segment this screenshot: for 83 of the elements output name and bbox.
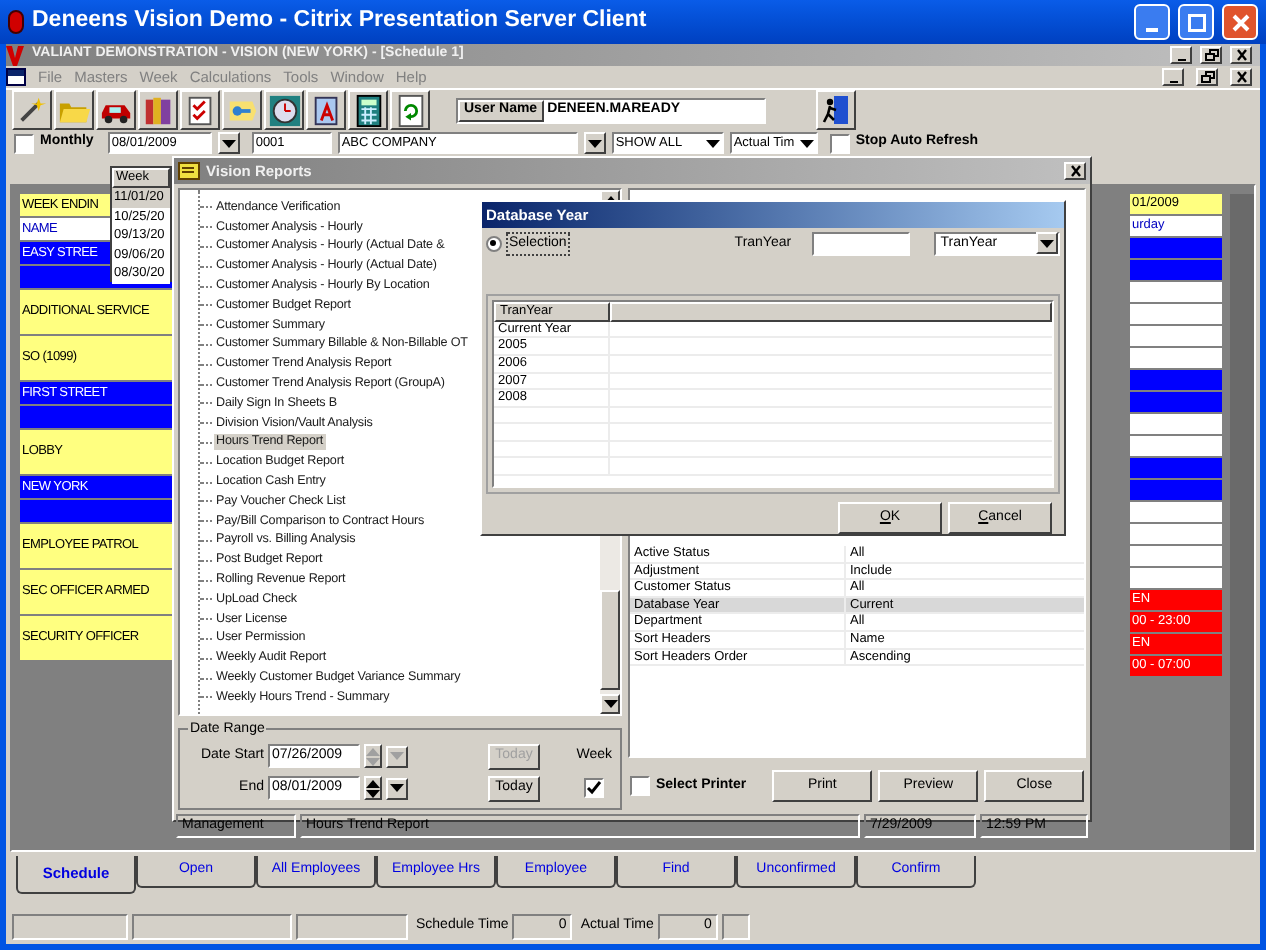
- caret-icon: [799, 139, 814, 147]
- status-panel: [296, 914, 408, 940]
- schedule-cell: [1130, 238, 1222, 258]
- toolbar-button[interactable]: [54, 90, 94, 130]
- restore-button[interactable]: [1200, 46, 1222, 64]
- spin-arrows-icon: [366, 747, 380, 765]
- exit-button[interactable]: [816, 90, 856, 130]
- customer-button[interactable]: [583, 132, 606, 154]
- clock-icon: [267, 93, 301, 127]
- select-printer-checkbox[interactable]: [630, 776, 650, 796]
- caret-icon: [221, 139, 236, 147]
- maximize-button[interactable]: [1178, 4, 1214, 40]
- app-icon: [8, 10, 24, 34]
- schedule-cell: [1130, 480, 1222, 500]
- close-icon: [1067, 164, 1083, 178]
- caret-icon: [390, 752, 404, 760]
- spin-arrows-icon: [366, 779, 380, 797]
- restore-button[interactable]: [1196, 68, 1218, 86]
- calendar-button[interactable]: [217, 132, 240, 154]
- schedule-cell: [1130, 282, 1222, 302]
- calculator-icon: [351, 93, 385, 127]
- status-panel: [721, 914, 750, 940]
- schedule-cell: [1130, 304, 1222, 324]
- week-checkbox[interactable]: [584, 778, 604, 798]
- close-button[interactable]: [1230, 68, 1252, 86]
- monthly-checkbox[interactable]: [14, 133, 34, 153]
- report-icon: [178, 162, 200, 180]
- caret-icon: [1040, 239, 1054, 248]
- minimize-button[interactable]: [1162, 68, 1184, 86]
- toolbar-button[interactable]: [12, 90, 52, 130]
- toolbar-button[interactable]: [222, 90, 262, 130]
- caret-icon: [390, 784, 404, 792]
- toolbar-button[interactable]: [348, 90, 388, 130]
- spinner[interactable]: [364, 776, 382, 800]
- schedule-cell: [1130, 568, 1222, 588]
- caret-icon: [603, 700, 617, 708]
- v-logo-icon: [6, 45, 24, 65]
- schedule-cell: [1130, 546, 1222, 566]
- minimize-icon: [1146, 28, 1158, 32]
- caret-icon: [705, 139, 720, 147]
- toolbar-button[interactable]: [306, 90, 346, 130]
- schedule-cell: [1130, 436, 1222, 456]
- exit-door-icon: [822, 94, 850, 126]
- selection-radio[interactable]: [486, 235, 501, 252]
- close-icon: [1233, 70, 1249, 84]
- toolbar-button[interactable]: [96, 90, 136, 130]
- dropdown-button[interactable]: [1036, 232, 1058, 255]
- close-icon: [1233, 48, 1249, 62]
- caret-icon: [587, 139, 602, 147]
- status-panel: [12, 914, 128, 940]
- schedule-cell: [1130, 502, 1222, 522]
- document-icon: [309, 93, 343, 127]
- date-dropdown-button[interactable]: [386, 745, 408, 767]
- toolbar-button[interactable]: [180, 90, 220, 130]
- scroll-thumb[interactable]: [600, 590, 620, 690]
- toolbar-button[interactable]: [138, 90, 178, 130]
- toolbar-button[interactable]: [264, 90, 304, 130]
- checklist-icon: [183, 93, 217, 127]
- schedule-cell: [1130, 348, 1222, 368]
- checkmark-icon: [586, 780, 602, 796]
- schedule-cell: [1130, 370, 1222, 390]
- refresh-icon: [393, 93, 427, 127]
- schedule-cell: [1130, 524, 1222, 544]
- schedule-cell: [1130, 260, 1222, 280]
- schedule-cell: [1130, 392, 1222, 412]
- close-button[interactable]: [1064, 162, 1086, 180]
- toolbar-button[interactable]: [390, 90, 430, 130]
- restore-icon: [1199, 70, 1215, 84]
- schedule-cell: [1130, 326, 1222, 346]
- schedule-cell: [1130, 414, 1222, 434]
- tranyear-field[interactable]: [811, 231, 911, 256]
- close-button[interactable]: [1230, 46, 1252, 64]
- window-title: Deneens Vision Demo - Citrix Presentation Server Client: [32, 10, 649, 34]
- maximize-icon: [1187, 13, 1205, 31]
- date-dropdown-button[interactable]: [386, 777, 408, 799]
- restore-icon: [1203, 48, 1219, 62]
- scroll-down-button[interactable]: [600, 694, 620, 714]
- books-icon: [141, 93, 175, 127]
- schedule-cell: [1130, 458, 1222, 478]
- minimize-button[interactable]: [1170, 46, 1192, 64]
- wand-icon: [15, 93, 49, 127]
- close-icon: [1231, 13, 1249, 31]
- auto-refresh-checkbox[interactable]: [829, 133, 850, 153]
